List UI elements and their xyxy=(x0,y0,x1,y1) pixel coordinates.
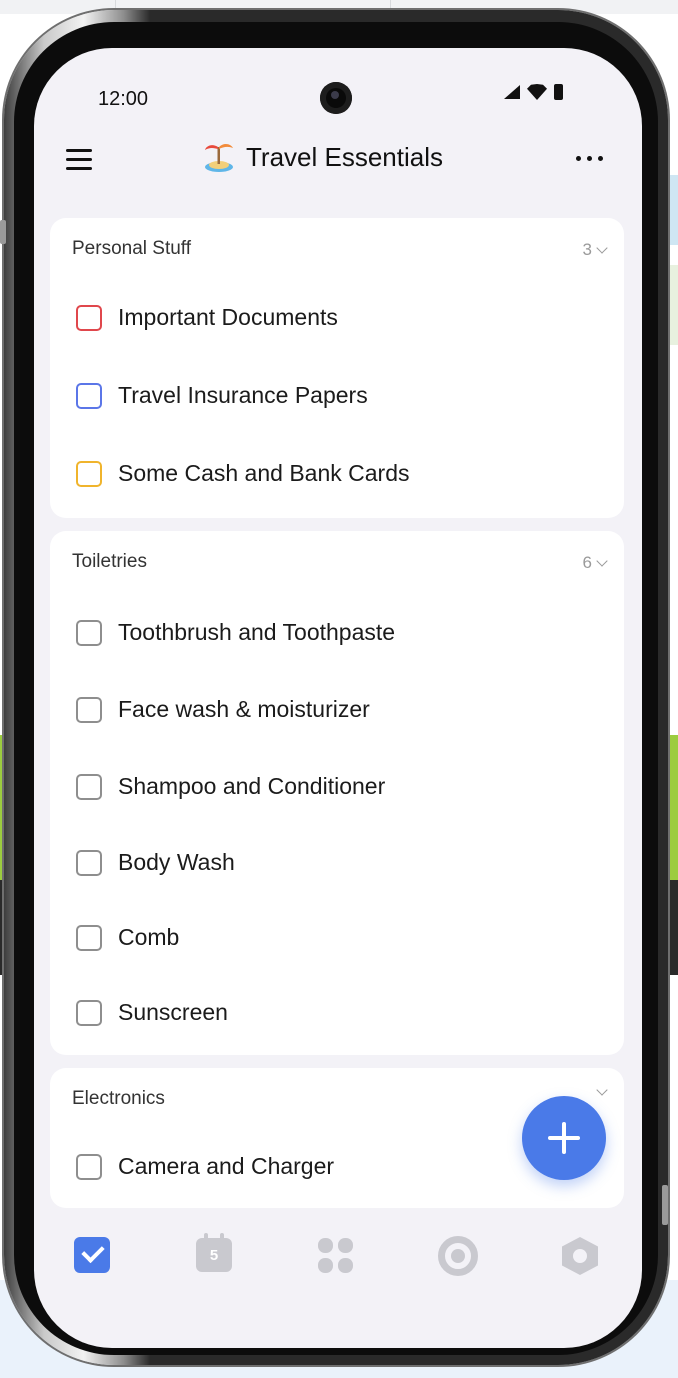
task-checkbox[interactable] xyxy=(76,382,102,409)
chevron-down-icon xyxy=(596,242,608,254)
list-item[interactable]: Important Documents xyxy=(76,304,338,331)
section-title: Toiletries xyxy=(72,551,147,572)
chevron-down-icon xyxy=(596,1084,608,1096)
battery-icon xyxy=(554,84,563,100)
task-checkbox[interactable] xyxy=(76,1153,102,1180)
task-label: Shampoo and Conditioner xyxy=(118,773,386,799)
task-checkbox[interactable] xyxy=(76,924,102,951)
more-dots-icon[interactable] xyxy=(576,156,603,161)
wifi-icon xyxy=(527,84,547,100)
task-label: Comb xyxy=(118,924,180,950)
status-time: 12:00 xyxy=(98,88,149,110)
task-label: Important Documents xyxy=(118,304,338,330)
list-item[interactable]: Travel Insurance Papers xyxy=(76,382,368,409)
section-count-toggle[interactable] xyxy=(596,1084,608,1096)
task-label: Sunscreen xyxy=(118,999,228,1025)
phone-screen: 12:00 Travel Essentials Personal Stuff 3… xyxy=(34,48,642,1348)
nav-settings-icon[interactable] xyxy=(562,1237,598,1275)
list-item[interactable]: Sunscreen xyxy=(76,999,228,1026)
list-item[interactable]: Body Wash xyxy=(76,849,235,876)
task-label: Body Wash xyxy=(118,849,235,875)
list-item[interactable]: Comb xyxy=(76,924,179,951)
section-title: Electronics xyxy=(72,1088,165,1109)
task-checkbox[interactable] xyxy=(76,619,102,646)
task-checkbox[interactable] xyxy=(76,696,102,723)
list-item[interactable]: Toothbrush and Toothpaste xyxy=(76,619,395,646)
list-item[interactable]: Face wash & moisturizer xyxy=(76,696,370,723)
task-label: Camera and Charger xyxy=(118,1153,335,1179)
section-card-toiletries: Toiletries 6 Toothbrush and Toothpaste F… xyxy=(50,531,624,1055)
phone-frame: 12:00 Travel Essentials Personal Stuff 3… xyxy=(0,10,668,1365)
nav-calendar-icon[interactable]: 5 xyxy=(196,1233,232,1272)
status-icons xyxy=(504,84,563,100)
task-label: Toothbrush and Toothpaste xyxy=(118,619,396,645)
hamburger-menu-icon[interactable] xyxy=(66,149,92,171)
task-checkbox[interactable] xyxy=(76,849,102,876)
nav-focus-icon[interactable] xyxy=(438,1236,478,1276)
page-title-group: Travel Essentials xyxy=(202,140,443,174)
phone-side-button xyxy=(662,1185,668,1225)
task-label: Face wash & moisturizer xyxy=(118,696,370,722)
list-item[interactable]: Shampoo and Conditioner xyxy=(76,773,385,800)
task-checkbox[interactable] xyxy=(76,999,102,1026)
nav-apps-icon[interactable] xyxy=(318,1238,354,1274)
add-task-button[interactable] xyxy=(522,1096,606,1180)
list-item[interactable]: Some Cash and Bank Cards xyxy=(76,460,410,487)
task-label: Travel Insurance Papers xyxy=(118,382,368,408)
calendar-day: 5 xyxy=(209,1247,219,1264)
section-title: Personal Stuff xyxy=(72,238,192,259)
task-checkbox[interactable] xyxy=(76,460,102,487)
section-count-toggle[interactable]: 3 xyxy=(582,240,608,260)
front-camera xyxy=(320,82,352,114)
signal-icon xyxy=(504,85,520,99)
phone-side-button xyxy=(0,220,6,244)
section-count: 6 xyxy=(582,553,592,572)
list-item[interactable]: Camera and Charger xyxy=(76,1153,334,1180)
task-label: Some Cash and Bank Cards xyxy=(118,460,410,486)
section-count: 3 xyxy=(582,240,592,259)
task-checkbox[interactable] xyxy=(76,304,102,331)
nav-tasks-icon[interactable] xyxy=(74,1237,110,1273)
page-title: Travel Essentials xyxy=(246,141,443,172)
chevron-down-icon xyxy=(596,555,608,567)
section-count-toggle[interactable]: 6 xyxy=(582,553,608,573)
task-checkbox[interactable] xyxy=(76,773,102,800)
beach-island-icon xyxy=(202,140,236,174)
section-card-personal-stuff: Personal Stuff 3 Important Documents Tra… xyxy=(50,218,624,518)
